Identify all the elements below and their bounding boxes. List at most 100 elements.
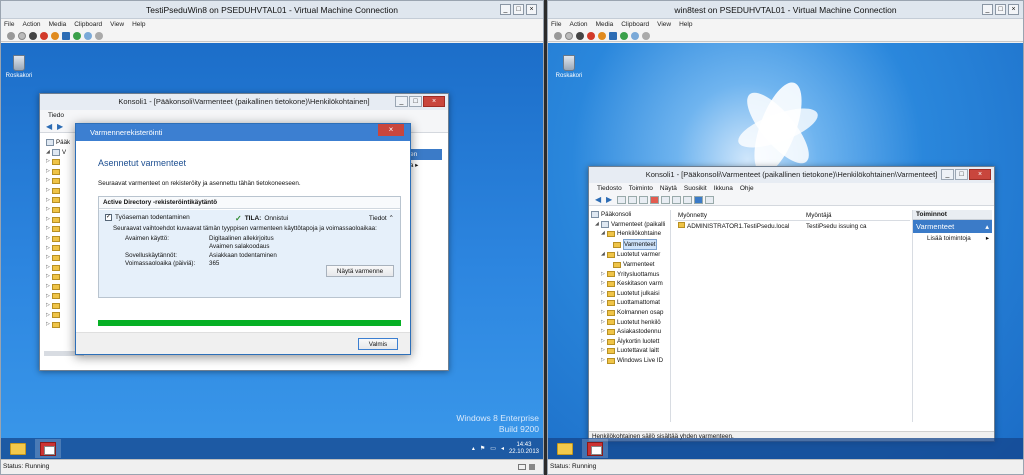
menu-clipboard[interactable]: Clipboard [74, 19, 102, 30]
shutdown-icon[interactable] [40, 31, 48, 40]
delete-icon[interactable] [650, 195, 659, 204]
tree-item[interactable]: ▷ [46, 196, 70, 206]
revert-icon[interactable] [95, 31, 103, 40]
close-button[interactable]: × [1008, 4, 1019, 15]
column-issued-to[interactable]: Myönnetty [675, 210, 803, 220]
menu-view[interactable]: View [657, 19, 671, 30]
pause-icon[interactable] [62, 31, 70, 40]
maximize-button[interactable]: □ [955, 169, 968, 180]
menu-action[interactable]: Action [22, 19, 40, 30]
refresh-icon[interactable] [672, 195, 681, 204]
tree-item[interactable]: ▷ Kolmannen osap [591, 308, 670, 318]
clock[interactable]: 14:43 22.10.2013 [509, 442, 539, 456]
help-icon[interactable] [694, 195, 703, 204]
back-icon[interactable]: ◀ [46, 122, 55, 131]
reset-icon[interactable] [73, 31, 81, 40]
tree-item[interactable]: ◢ Luotetut varmer [591, 250, 670, 260]
back-icon[interactable]: ◀ [595, 195, 604, 204]
copy-icon[interactable] [639, 195, 648, 204]
tree-item[interactable]: ▷ [46, 292, 70, 302]
maximize-button[interactable]: □ [995, 4, 1006, 15]
menu-help[interactable]: Help [132, 19, 145, 30]
menu-media[interactable]: Media [596, 19, 614, 30]
tree-item[interactable]: ◢ Varmenteet (paikalli [591, 220, 670, 230]
forward-icon[interactable]: ▶ [57, 122, 66, 131]
tree-item[interactable]: ▷ [46, 244, 70, 254]
tree-item[interactable]: ▷ [46, 157, 70, 167]
minimize-button[interactable]: _ [500, 4, 511, 15]
tree-item[interactable]: ▷ [46, 253, 70, 263]
flag-icon[interactable]: ⚑ [480, 445, 485, 452]
tree-item[interactable]: ▷ Yritysluottamus [591, 270, 670, 280]
tree-item[interactable]: Varmenteet [591, 260, 670, 270]
taskbar-explorer[interactable] [552, 439, 578, 458]
start-icon[interactable] [18, 31, 26, 40]
tree-item[interactable]: Pääk [46, 138, 70, 148]
taskbar-mmc[interactable] [582, 439, 608, 458]
tree-item[interactable]: ▷ [46, 176, 70, 186]
tree-item[interactable]: ▷ [46, 263, 70, 273]
tree-item[interactable]: ▷ Älykortin luotett [591, 337, 670, 347]
tree-item[interactable]: ▷ Keskitason varm [591, 279, 670, 289]
tree-item[interactable]: ◢ Henkilökohtaine [591, 229, 670, 239]
tree-item[interactable]: ▷ [46, 215, 70, 225]
taskbar-explorer[interactable] [5, 439, 31, 458]
tree-item[interactable]: ▷ [46, 282, 70, 292]
menu-file[interactable]: Tiedosto [597, 183, 622, 194]
ctrl-alt-del-icon[interactable] [554, 31, 562, 40]
menu-action[interactable]: Toiminto [629, 183, 653, 194]
menu-favorites[interactable]: Suosikit [684, 183, 707, 194]
recycle-bin[interactable]: Roskakori [4, 55, 34, 79]
tree-item[interactable]: ▷ Asiakastodennu [591, 327, 670, 337]
tree-toggle-icon[interactable] [628, 195, 637, 204]
turn-off-icon[interactable] [576, 31, 584, 40]
tree-item[interactable]: ▷ [46, 186, 70, 196]
tree-item[interactable]: ▷ Luotetut julkaisi [591, 289, 670, 299]
start-icon[interactable] [565, 31, 573, 40]
menu-window[interactable]: Ikkuna [714, 183, 733, 194]
close-button[interactable]: × [969, 169, 991, 180]
tree-item[interactable]: ▷ Windows Live ID [591, 356, 670, 366]
tree-item[interactable]: ▷ Luotettavat laitt [591, 346, 670, 356]
more-actions-item[interactable]: Lisää toimintoja ▸ [913, 233, 992, 244]
menu-view[interactable]: View [110, 19, 124, 30]
save-icon[interactable] [598, 31, 606, 40]
forward-icon[interactable]: ▶ [606, 195, 615, 204]
minimize-button[interactable]: _ [941, 169, 954, 180]
menu-help[interactable]: Ohje [740, 183, 754, 194]
menu-media[interactable]: Media [49, 19, 67, 30]
pause-icon[interactable] [609, 31, 617, 40]
menu-file[interactable]: Tiedo [48, 110, 64, 121]
certificate-row[interactable]: ADMINISTRATOR1.TestiPsedu.local TestiPse… [675, 221, 910, 232]
minimize-button[interactable]: _ [395, 96, 408, 107]
menu-help[interactable]: Help [679, 19, 692, 30]
menu-file[interactable]: File [4, 19, 14, 30]
menu-clipboard[interactable]: Clipboard [621, 19, 649, 30]
close-button[interactable]: × [378, 124, 404, 136]
save-icon[interactable] [51, 31, 59, 40]
tree-item[interactable]: ▷ Luotetut henkilö [591, 318, 670, 328]
shutdown-icon[interactable] [587, 31, 595, 40]
taskbar-mmc[interactable] [35, 439, 61, 458]
menu-file[interactable]: File [551, 19, 561, 30]
close-button[interactable]: × [423, 96, 445, 107]
finish-button[interactable]: Valmis [358, 338, 398, 350]
tree-item[interactable]: ▷ [46, 205, 70, 215]
export-icon[interactable] [683, 195, 692, 204]
tree-item[interactable]: ▷ [46, 234, 70, 244]
maximize-button[interactable]: □ [409, 96, 422, 107]
snapshot-icon[interactable] [631, 31, 639, 40]
tree-item-root[interactable]: Pääkonsoli [591, 210, 670, 220]
certificate-checkbox[interactable]: ✓ [105, 214, 112, 221]
tree-item[interactable]: ▷ [46, 320, 70, 330]
tree-item[interactable]: ▷ [46, 272, 70, 282]
column-issued-by[interactable]: Myöntäjä [803, 210, 832, 220]
menu-action[interactable]: Action [569, 19, 587, 30]
close-button[interactable]: × [526, 4, 537, 15]
up-folder-icon[interactable] [617, 195, 626, 204]
reset-icon[interactable] [620, 31, 628, 40]
maximize-button[interactable]: □ [513, 4, 524, 15]
tree-item[interactable]: ▷ [46, 301, 70, 311]
tree-item[interactable]: ▷ [46, 167, 70, 177]
minimize-button[interactable]: _ [982, 4, 993, 15]
